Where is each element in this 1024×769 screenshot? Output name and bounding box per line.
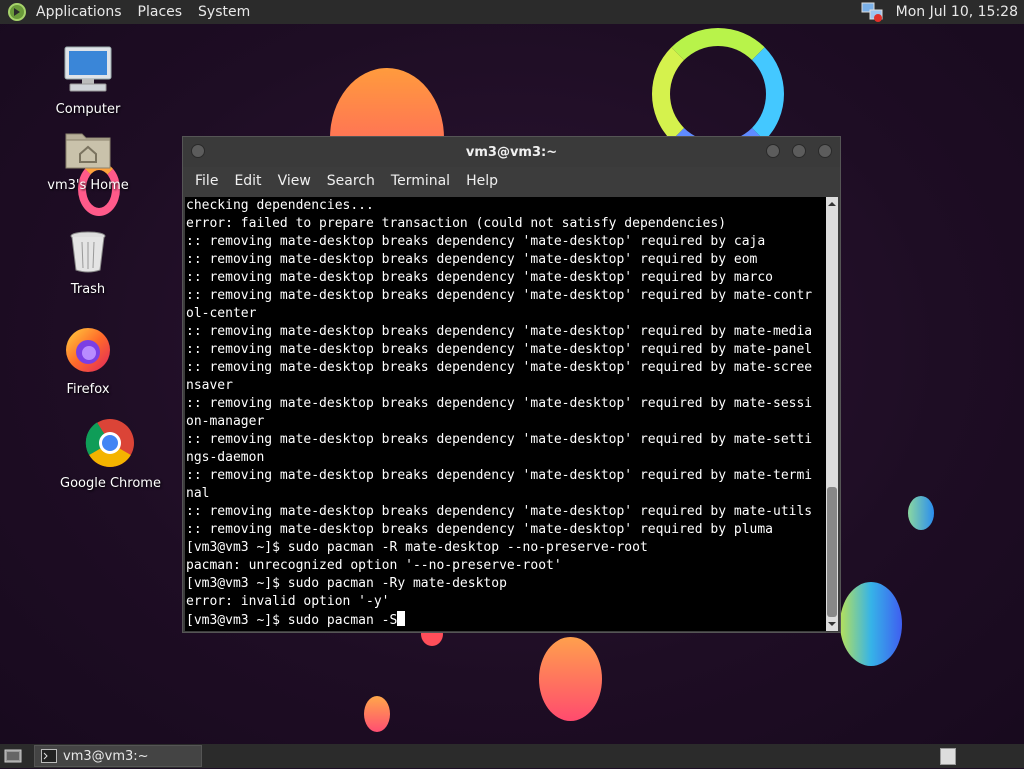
applications-menu[interactable]: Applications: [28, 0, 130, 24]
network-icon[interactable]: [860, 1, 884, 23]
terminal-output[interactable]: checking dependencies... error: failed to…: [185, 197, 827, 631]
menu-help[interactable]: Help: [458, 173, 506, 189]
home-folder-icon: [65, 133, 111, 169]
mate-logo-icon[interactable]: [6, 2, 28, 22]
trash-icon: [70, 231, 106, 273]
desktop-icon-label: Trash: [70, 282, 106, 297]
window-titlebar[interactable]: vm3@vm3:~: [183, 137, 840, 167]
terminal-icon: [41, 749, 57, 763]
terminal-line: :: removing mate-desktop breaks dependen…: [186, 288, 813, 303]
terminal-line: :: removing mate-desktop breaks dependen…: [186, 234, 766, 249]
desktop-icon-firefox[interactable]: Firefox: [38, 326, 138, 397]
desktop-icon-label: Google Chrome: [60, 476, 161, 491]
menu-edit[interactable]: Edit: [226, 173, 269, 189]
terminal-line: checking dependencies...: [186, 198, 374, 213]
menu-bar: File Edit View Search Terminal Help: [183, 167, 840, 195]
top-panel: Applications Places System Mon Jul 10, 1…: [0, 0, 1024, 24]
terminal-line: :: removing mate-desktop breaks dependen…: [186, 324, 813, 339]
terminal-line: ngs-daemon: [186, 450, 265, 465]
taskbar-button-label: vm3@vm3:~: [63, 748, 149, 764]
scroll-up-arrow-icon[interactable]: [826, 199, 838, 209]
terminal-line: :: removing mate-desktop breaks dependen…: [186, 252, 758, 267]
firefox-icon: [66, 328, 110, 372]
menu-file[interactable]: File: [187, 173, 226, 189]
bottom-panel: vm3@vm3:~: [0, 744, 1024, 768]
terminal-line: :: removing mate-desktop breaks dependen…: [186, 396, 813, 411]
terminal-window: vm3@vm3:~ File Edit View Search Terminal…: [182, 136, 841, 633]
desktop-icon-computer[interactable]: Computer: [38, 44, 138, 117]
wallpaper-orange-egg: [539, 637, 602, 721]
workspace-switcher-icon[interactable]: [940, 748, 956, 765]
close-button[interactable]: [818, 144, 832, 158]
menu-terminal[interactable]: Terminal: [383, 173, 458, 189]
scroll-down-arrow-icon[interactable]: [826, 619, 838, 629]
desktop-icon-chrome[interactable]: Google Chrome: [60, 418, 161, 491]
desktop-icon-trash[interactable]: Trash: [38, 230, 138, 297]
terminal-line: :: removing mate-desktop breaks dependen…: [186, 342, 813, 357]
menu-search[interactable]: Search: [319, 173, 383, 189]
desktop-icon-home[interactable]: vm3's Home: [38, 128, 138, 193]
window-title: vm3@vm3:~: [465, 144, 558, 160]
terminal-line: pacman: unrecognized option '--no-preser…: [186, 558, 562, 573]
taskbar-terminal-button[interactable]: vm3@vm3:~: [34, 745, 202, 767]
wallpaper-blue-blob: [840, 582, 902, 666]
scrollbar-thumb[interactable]: [827, 487, 837, 617]
terminal-line: [vm3@vm3 ~]$ sudo pacman -Ry mate-deskto…: [186, 576, 507, 591]
terminal-line: :: removing mate-desktop breaks dependen…: [186, 432, 813, 447]
terminal-line: on-manager: [186, 414, 265, 429]
terminal-line: :: removing mate-desktop breaks dependen…: [186, 468, 813, 483]
desktop-icon-label: vm3's Home: [47, 178, 129, 193]
terminal-line: error: failed to prepare transaction (co…: [186, 216, 727, 231]
terminal-prompt-line: [vm3@vm3 ~]$ sudo pacman -S: [186, 611, 827, 630]
places-menu[interactable]: Places: [130, 0, 191, 24]
terminal-line: nal: [186, 486, 210, 501]
terminal-line: :: removing mate-desktop breaks dependen…: [186, 522, 773, 537]
terminal-line: nsaver: [186, 378, 233, 393]
terminal-line: :: removing mate-desktop breaks dependen…: [186, 504, 813, 519]
terminal-line: ol-center: [186, 306, 257, 321]
terminal-line: error: invalid option '-y': [186, 594, 390, 609]
menu-view[interactable]: View: [270, 173, 319, 189]
clock[interactable]: Mon Jul 10, 15:28: [888, 4, 1024, 20]
show-desktop-icon[interactable]: [4, 747, 22, 769]
terminal-line: [vm3@vm3 ~]$ sudo pacman -R mate-desktop…: [186, 540, 648, 555]
desktop-icon-label: Firefox: [66, 382, 110, 397]
maximize-button[interactable]: [792, 144, 806, 158]
text-cursor: [397, 611, 406, 626]
desktop-icon-label: Computer: [55, 102, 121, 117]
computer-icon: [64, 46, 112, 92]
chrome-icon: [85, 419, 134, 468]
minimize-button[interactable]: [766, 144, 780, 158]
wallpaper-teal-dot: [908, 496, 934, 530]
terminal-line: :: removing mate-desktop breaks dependen…: [186, 270, 773, 285]
window-menu-button[interactable]: [191, 144, 205, 158]
terminal-line: :: removing mate-desktop breaks dependen…: [186, 360, 813, 375]
terminal-scrollbar[interactable]: [826, 197, 838, 631]
system-menu[interactable]: System: [190, 0, 258, 24]
wallpaper-small-orange: [364, 696, 390, 732]
prompt-command: [vm3@vm3 ~]$ sudo pacman -S: [186, 613, 398, 628]
